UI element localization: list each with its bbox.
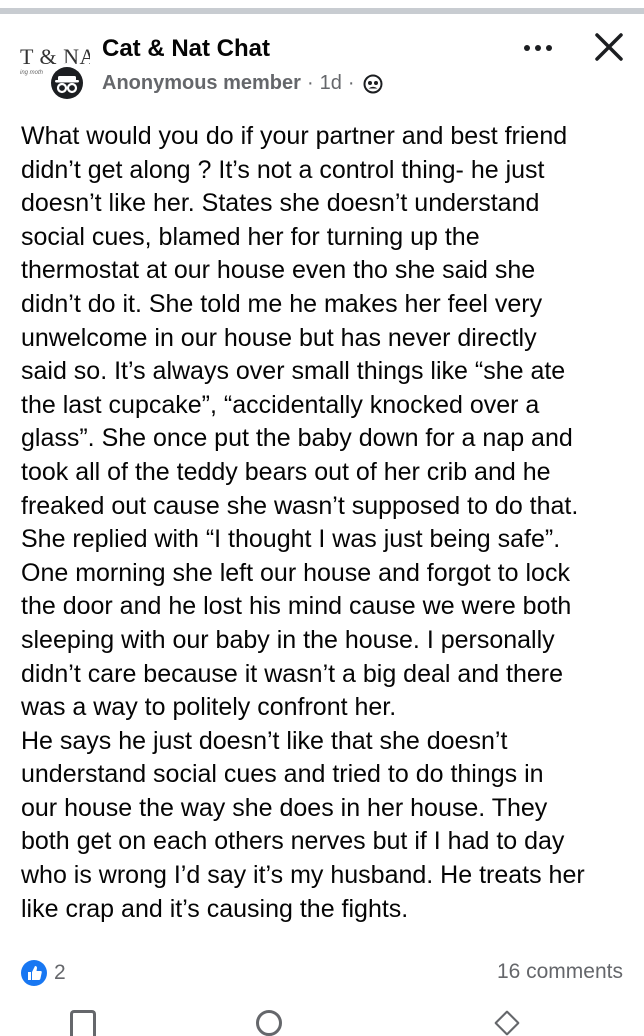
post-body-text: What would you do if your partner and be… bbox=[21, 122, 585, 923]
comments-count[interactable]: 16 comments bbox=[497, 960, 623, 984]
group-name[interactable]: Cat & Nat Chat bbox=[102, 35, 270, 63]
author-name[interactable]: Anonymous member bbox=[102, 72, 301, 95]
reaction-summary[interactable]: 2 bbox=[20, 958, 66, 988]
top-divider bbox=[0, 8, 644, 14]
meta-separator: · bbox=[347, 72, 355, 94]
group-logo-subtext: ing moth bbox=[20, 70, 44, 76]
meta-separator: · bbox=[306, 72, 314, 94]
action-bar bbox=[0, 1010, 644, 1036]
post-time[interactable]: 1d bbox=[320, 72, 342, 95]
more-options-icon[interactable] bbox=[520, 36, 556, 60]
like-thumb-icon bbox=[20, 959, 48, 987]
comment-button-icon[interactable] bbox=[256, 1010, 282, 1036]
share-button-icon[interactable] bbox=[494, 1010, 520, 1036]
group-privacy-icon bbox=[363, 74, 383, 94]
anonymous-avatar-icon[interactable] bbox=[47, 63, 87, 103]
like-button-icon[interactable] bbox=[70, 1010, 96, 1036]
post-meta: Anonymous member · 1d · bbox=[102, 72, 383, 95]
close-icon[interactable] bbox=[592, 30, 626, 64]
like-count: 2 bbox=[54, 961, 66, 984]
